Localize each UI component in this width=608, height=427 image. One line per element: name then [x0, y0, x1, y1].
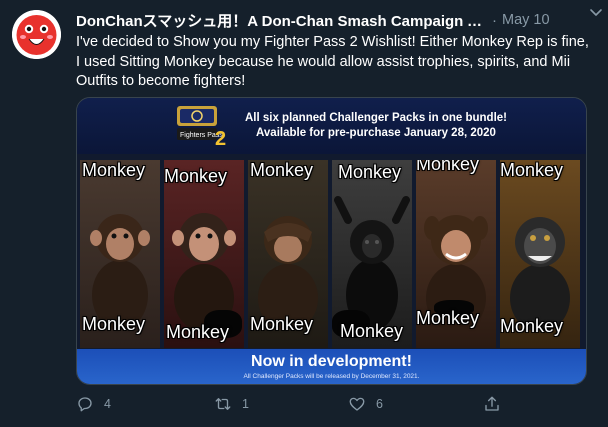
reply-icon: [78, 397, 92, 412]
tweet-date[interactable]: May 10: [502, 12, 550, 28]
monkey-label-top: Monkey: [500, 160, 564, 180]
retweet-button[interactable]: 1: [214, 395, 249, 413]
challenger-panel: Monkey Monkey: [416, 160, 496, 348]
monkey-label-top: Monkey: [338, 162, 402, 182]
heart-icon: [349, 397, 365, 411]
separator-dot: ·: [492, 11, 497, 29]
monkey-label-top: Monkey: [416, 160, 480, 174]
development-text: Now in development!: [251, 353, 412, 370]
smash-bros-logo: Fighters Pass 2: [171, 104, 235, 150]
tweet-header: DonChanスマッシュ用！A Don-Chan Smash Campaign …: [76, 10, 594, 30]
challenger-panels: Monkey Monkey Monkey Monkey Monkey Monke…: [77, 154, 586, 349]
monkey-label-bottom: Monkey: [416, 308, 480, 328]
retweet-count: 1: [242, 397, 249, 411]
chimpanzee-image: [172, 213, 236, 330]
challenger-panel: Monkey Monkey: [80, 160, 160, 348]
media-bottom-banner: Now in development! All Challenger Packs…: [77, 349, 586, 384]
chimpanzee-image: [90, 214, 150, 330]
monkey-label-bottom: Monkey: [166, 322, 230, 342]
bundle-headline: All six planned Challenger Packs in one …: [241, 111, 511, 141]
monkey-label-bottom: Monkey: [250, 314, 314, 334]
headline-line-2: Available for pre-purchase January 28, 2…: [256, 127, 496, 139]
challenger-panel: Monkey Monkey: [500, 160, 580, 348]
monkey-label-top: Monkey: [164, 166, 228, 186]
release-fine-print: All Challenger Packs will be released by…: [243, 373, 420, 380]
like-button[interactable]: 6: [348, 395, 383, 413]
monkey-label-bottom: Monkey: [82, 314, 146, 334]
tweet-media-image[interactable]: Fighters Pass 2 All six planned Challeng…: [76, 97, 587, 385]
tweet[interactable]: DonChanスマッシュ用！A Don-Chan Smash Campaign …: [0, 0, 608, 427]
chevron-down-icon: [590, 9, 602, 16]
challenger-panel: Monkey Monkey: [164, 160, 244, 348]
media-top-banner: Fighters Pass 2 All six planned Challeng…: [77, 98, 586, 154]
challenger-panel: Monkey Monkey: [248, 160, 328, 348]
share-icon: [485, 396, 499, 411]
reply-count: 4: [104, 397, 111, 411]
svg-text:2: 2: [215, 128, 226, 148]
monkey-label-bottom: Monkey: [340, 321, 404, 341]
tweet-text: I've decided to Show you my Fighter Pass…: [76, 34, 589, 89]
challenger-panel: Monkey Monkey: [332, 160, 412, 348]
retweet-icon: [215, 398, 231, 410]
like-count: 6: [376, 397, 383, 411]
monkey-label-top: Monkey: [250, 160, 314, 180]
more-options-button[interactable]: [588, 4, 604, 25]
macaque-image: [510, 217, 570, 330]
fighters-pass-logo-icon: Fighters Pass 2: [177, 106, 226, 150]
monkey-label-top: Monkey: [82, 160, 146, 180]
chimpanzee-image: [334, 196, 410, 330]
chimpanzee-image: [258, 216, 318, 330]
avatar[interactable]: [12, 10, 61, 59]
monkey-label-bottom: Monkey: [500, 316, 564, 336]
display-name[interactable]: DonChanスマッシュ用！A Don-Chan Smash Campaign …: [76, 10, 484, 31]
share-button[interactable]: [483, 395, 511, 413]
headline-line-1: All six planned Challenger Packs in one …: [244, 112, 507, 124]
don-chan-avatar-icon: [12, 10, 61, 59]
reply-button[interactable]: 4: [76, 395, 111, 413]
tweet-actions: 4 1 6: [76, 395, 596, 417]
